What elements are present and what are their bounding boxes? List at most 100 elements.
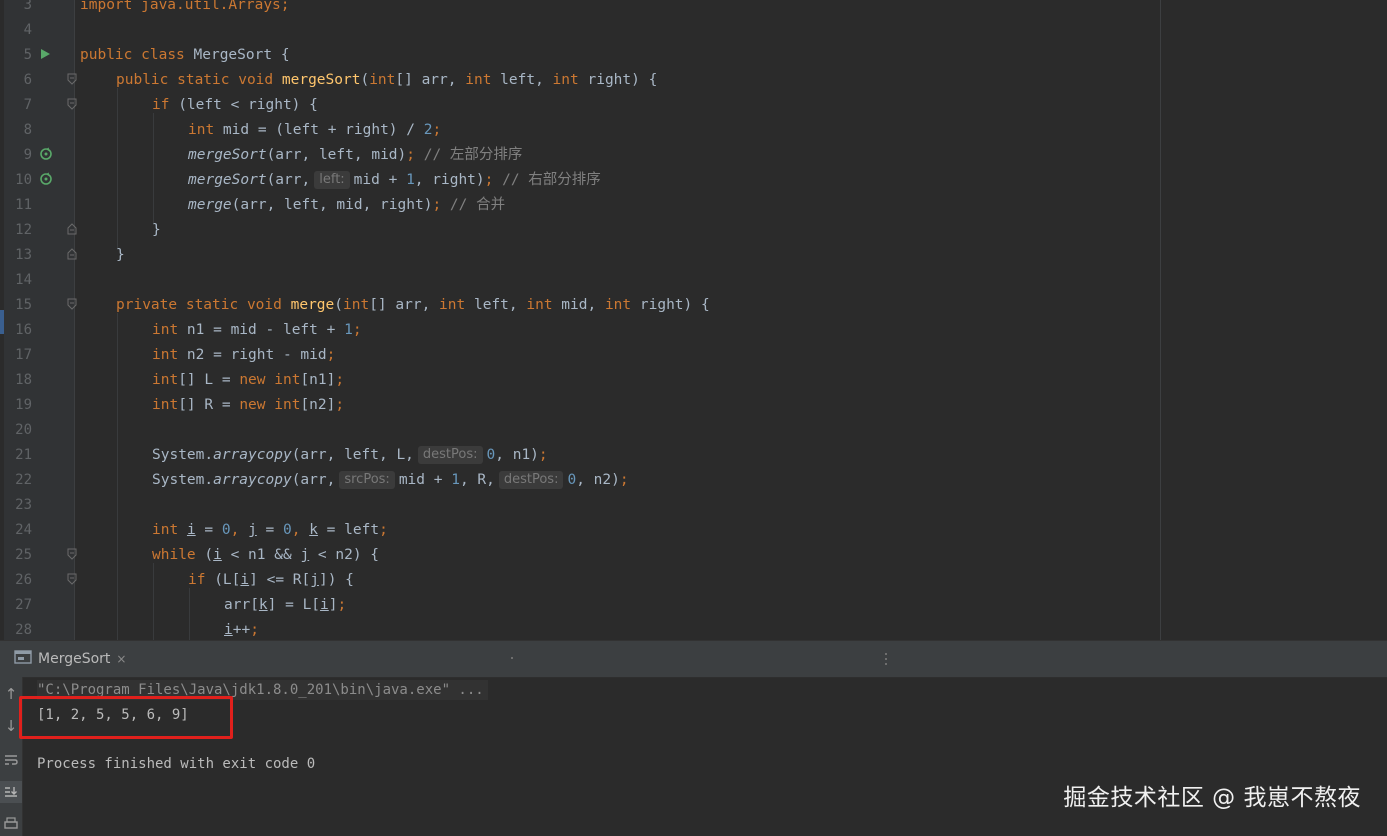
parameter-hint: srcPos: xyxy=(339,471,395,489)
scroll-to-end-icon[interactable] xyxy=(0,781,22,803)
code-text: (L[ xyxy=(205,572,241,588)
semicolon: ; xyxy=(352,322,362,338)
fold-open-icon[interactable] xyxy=(66,66,78,91)
line-number: 26 xyxy=(15,572,32,588)
code-text: [n2] xyxy=(300,397,336,413)
code-editor[interactable]: 3 4 5 6 7 8 9 10 11 12 13 14 15 16 17 18… xyxy=(0,0,1387,640)
keyword: int xyxy=(552,72,579,88)
code-text: [] arr, xyxy=(369,297,440,313)
code-text: (left < right) { xyxy=(169,97,318,113)
semicolon: ; xyxy=(250,622,259,638)
code-text: , R, xyxy=(459,472,495,488)
line-gutter[interactable]: 3 4 5 6 7 8 9 10 11 12 13 14 15 16 17 18… xyxy=(4,0,78,640)
keyword: int xyxy=(439,297,466,313)
line-number: 11 xyxy=(15,197,32,213)
run-config-icon xyxy=(14,649,32,669)
code-line-10: mergeSort(arr, left: mid + 1, right); // 右… xyxy=(188,168,601,193)
fold-open-icon[interactable] xyxy=(66,91,78,116)
keyword: int xyxy=(152,372,179,388)
code-text: , right) xyxy=(414,172,485,188)
right-margin-line xyxy=(1160,0,1161,640)
variable: i xyxy=(320,597,329,613)
code-text: , n1) xyxy=(495,447,539,463)
keyword: int xyxy=(526,297,553,313)
line-number: 20 xyxy=(15,422,32,438)
keyword: int xyxy=(274,397,301,413)
method-call: merge xyxy=(188,197,232,213)
line-number: 19 xyxy=(15,397,32,413)
comma: , xyxy=(291,522,310,538)
semicolon: ; xyxy=(406,147,415,163)
import-statement: import java.util.Arrays; xyxy=(80,0,290,13)
code-text: = xyxy=(256,522,284,538)
line-number: 23 xyxy=(15,497,32,513)
line-number: 15 xyxy=(15,297,32,313)
fold-open-icon[interactable] xyxy=(66,291,78,316)
code-line-7: if (left < right) { xyxy=(152,93,318,118)
more-options-icon[interactable] xyxy=(885,653,887,665)
closing-brace: } xyxy=(152,222,161,238)
code-text: mid + xyxy=(398,472,452,488)
variable: k xyxy=(309,522,318,538)
line-number: 21 xyxy=(15,447,32,463)
fold-open-icon[interactable] xyxy=(66,541,78,566)
fold-close-icon[interactable] xyxy=(66,241,78,266)
keyword: int xyxy=(188,122,215,138)
static-method-call: arraycopy xyxy=(213,447,292,463)
variable: j xyxy=(300,547,310,563)
line-number: 25 xyxy=(15,547,32,563)
keyword: int xyxy=(369,72,396,88)
code-line-24: int i = 0, j = 0, k = left; xyxy=(152,518,388,543)
parameter-hint: destPos: xyxy=(498,471,564,489)
code-text: mid + xyxy=(353,172,407,188)
keyword: int xyxy=(152,522,179,538)
run-tab-mergesort[interactable]: MergeSort × xyxy=(14,641,126,677)
line-number: 3 xyxy=(23,0,32,13)
fold-close-icon[interactable] xyxy=(66,216,78,241)
line-number: 9 xyxy=(23,147,32,163)
semicolon: ; xyxy=(379,522,388,538)
recursive-call-icon[interactable] xyxy=(38,166,54,191)
code-area[interactable]: import java.util.Arrays; public class Me… xyxy=(80,0,1160,640)
class-name: MergeSort { xyxy=(193,47,290,63)
variable: i xyxy=(240,572,250,588)
number-literal: 0 xyxy=(283,522,292,538)
code-line-6: public static void mergeSort(int[] arr, … xyxy=(116,72,658,88)
line-number: 7 xyxy=(23,97,32,113)
keyword: new xyxy=(239,397,266,413)
code-line-19: int[] R = new int[n2]; xyxy=(152,393,344,418)
fold-open-icon[interactable] xyxy=(66,566,78,591)
keyword: new xyxy=(239,372,266,388)
number-literal: 0 xyxy=(486,447,496,463)
line-number: 4 xyxy=(23,22,32,38)
recursive-call-icon[interactable] xyxy=(38,141,54,166)
parameter-hint: destPos: xyxy=(417,446,483,464)
code-line-26: if (L[i] <= R[j]) { xyxy=(188,568,354,593)
drag-handle-icon[interactable] xyxy=(511,657,513,659)
number-literal: 1 xyxy=(344,322,353,338)
keyword: int xyxy=(152,397,179,413)
code-line-28: i++; xyxy=(224,618,259,640)
code-text: ] <= R[ xyxy=(249,572,311,588)
code-line-25: while (i < n1 && j < n2) { xyxy=(152,543,379,568)
semicolon: ; xyxy=(335,397,345,413)
variable: i xyxy=(186,522,196,538)
close-icon[interactable]: × xyxy=(116,652,126,666)
code-line-12: } xyxy=(152,218,161,243)
code-line-16: int n1 = mid - left + 1; xyxy=(152,318,362,343)
print-icon[interactable] xyxy=(0,813,22,835)
code-text: < n1 && xyxy=(221,547,301,563)
run-tab-label: MergeSort xyxy=(38,651,111,667)
closing-brace: } xyxy=(116,247,125,263)
code-text: System. xyxy=(152,472,214,488)
code-text: < n2) { xyxy=(309,547,380,563)
comment: // 合并 xyxy=(449,197,506,213)
soft-wrap-icon[interactable] xyxy=(0,749,22,771)
semicolon: ; xyxy=(432,197,442,213)
run-class-icon[interactable] xyxy=(38,41,52,66)
number-literal: 0 xyxy=(221,522,231,538)
code-text: left, xyxy=(491,72,553,88)
keyword: int xyxy=(465,72,492,88)
keyword: public xyxy=(80,47,133,63)
keyword: int xyxy=(343,297,370,313)
